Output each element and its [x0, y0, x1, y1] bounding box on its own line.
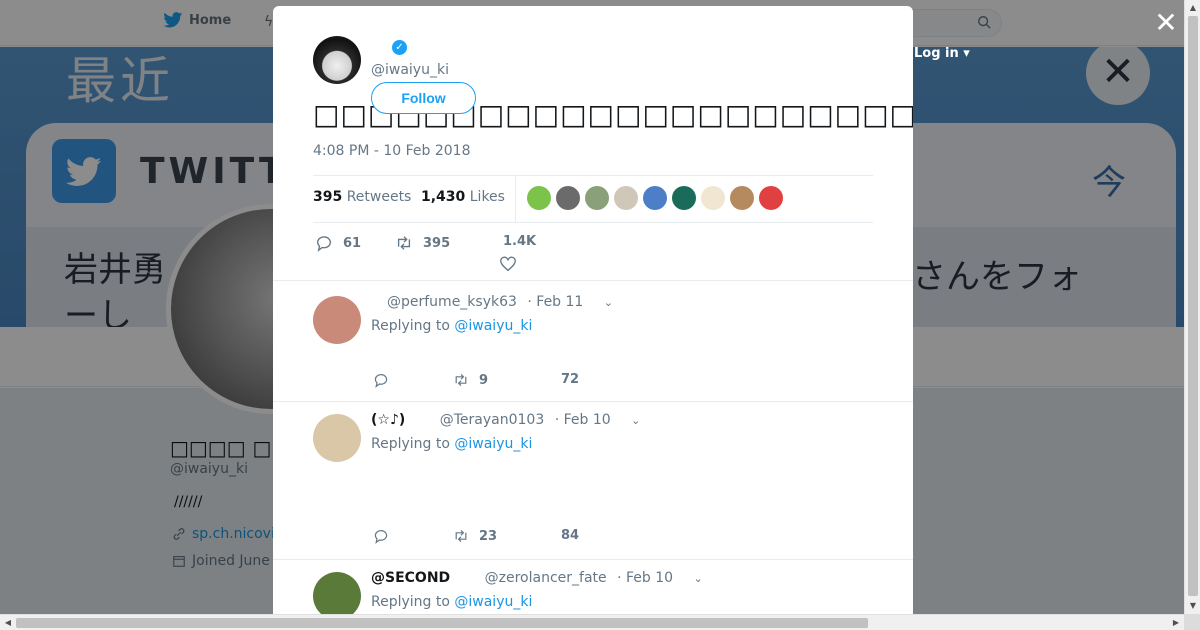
retweet-icon — [455, 373, 467, 387]
reply-actions: 23 84 — [371, 528, 791, 548]
scroll-left-arrow-icon[interactable]: ◀ — [0, 615, 16, 630]
scrollbar-corner — [1184, 614, 1200, 630]
liker-avatar[interactable] — [759, 186, 783, 210]
reply-icon — [374, 530, 388, 544]
liker-avatar[interactable] — [614, 186, 638, 210]
vertical-scrollbar[interactable]: ▲ ▼ — [1184, 0, 1200, 614]
horizontal-scroll-thumb[interactable] — [16, 618, 868, 628]
replying-to-link[interactable]: @iwaiyu_ki — [454, 594, 532, 610]
liker-avatar[interactable] — [643, 186, 667, 210]
author-handle[interactable]: @iwaiyu_ki — [371, 62, 449, 78]
retweets-label: Retweets — [346, 189, 412, 205]
liker-avatar[interactable] — [585, 186, 609, 210]
scroll-right-arrow-icon[interactable]: ▶ — [1168, 615, 1184, 630]
replying-to-link[interactable]: @iwaiyu_ki — [454, 318, 532, 334]
reply-count: 61 — [343, 235, 362, 251]
like-action[interactable]: 84 — [561, 528, 579, 543]
liker-avatars — [527, 186, 783, 210]
scroll-down-arrow-icon[interactable]: ▼ — [1185, 598, 1200, 614]
scroll-up-arrow-icon[interactable]: ▲ — [1185, 0, 1200, 16]
reply-replying-to: Replying to @iwaiyu_ki — [371, 594, 532, 610]
reply-avatar[interactable] — [313, 414, 361, 462]
tweet-modal: ✓ @iwaiyu_ki □□□□□□□□□□□□□□□□□□□□□□□□□□□… — [273, 6, 913, 614]
reply-replying-to: Replying to @iwaiyu_ki — [371, 318, 532, 334]
reply-date[interactable]: · Feb 11 — [527, 294, 583, 310]
retweets-stat[interactable]: 395 Retweets — [313, 189, 411, 205]
reply-avatar[interactable] — [313, 296, 361, 344]
like-count: 1.4K — [503, 234, 537, 249]
reply-action[interactable] — [373, 372, 389, 388]
reply-header: @SECOND @zerolancer_fate · Feb 10 ⌄ — [371, 570, 703, 586]
heart-icon — [500, 256, 516, 272]
verified-badge-icon: ✓ — [392, 40, 407, 55]
reply-icon — [317, 236, 331, 252]
retweet-action[interactable]: 23 — [453, 528, 497, 544]
reply-author-name[interactable]: (☆♪) — [371, 412, 405, 428]
vertical-scroll-thumb[interactable] — [1188, 16, 1198, 596]
chevron-down-icon[interactable]: ⌄ — [631, 414, 640, 427]
reply-author-handle[interactable]: @perfume_ksyk63 — [387, 294, 517, 310]
reply-avatar[interactable] — [313, 572, 361, 614]
reply-icon — [374, 374, 388, 388]
liker-avatar[interactable] — [672, 186, 696, 210]
author-avatar[interactable] — [313, 36, 361, 84]
reply-date[interactable]: · Feb 10 — [617, 570, 673, 586]
liker-avatar[interactable] — [527, 186, 551, 210]
retweet-action[interactable]: 9 — [453, 372, 488, 388]
login-link[interactable]: Log in ▾ — [914, 46, 970, 61]
reply-date[interactable]: · Feb 10 — [555, 412, 611, 428]
chevron-down-icon[interactable]: ⌄ — [693, 572, 702, 585]
chevron-down-icon[interactable]: ⌄ — [604, 296, 613, 309]
retweet-count: 395 — [423, 235, 451, 251]
likes-stat[interactable]: 1,430 Likes — [421, 189, 505, 205]
like-action[interactable]: 1.4K — [500, 234, 537, 273]
close-modal-button[interactable]: ✕ — [1152, 9, 1180, 38]
like-action[interactable]: 72 — [561, 372, 579, 387]
tweet-stats: 395 Retweets 1,430 Likes — [313, 175, 873, 223]
liker-avatar[interactable] — [701, 186, 725, 210]
reply-action[interactable] — [373, 528, 389, 544]
replying-prefix: Replying to — [371, 436, 450, 452]
tweet-divider — [273, 280, 913, 281]
reply-action[interactable]: 61 — [315, 234, 361, 252]
like-count: 72 — [561, 372, 580, 387]
retweet-icon — [397, 236, 411, 250]
horizontal-scrollbar[interactable]: ◀ ▶ — [0, 614, 1184, 630]
stats-divider — [515, 176, 516, 222]
login-label: Log in — [914, 46, 959, 61]
reply-actions: 9 72 — [371, 372, 791, 392]
reply-author-handle[interactable]: @zerolancer_fate — [485, 570, 607, 586]
reply-replying-to: Replying to @iwaiyu_ki — [371, 436, 532, 452]
page: Home ϟ 最近 ✕ TWITTE 今 岩井勇 ーし さんをフォ □□□□ □… — [0, 0, 1200, 630]
liker-avatar[interactable] — [556, 186, 580, 210]
like-count: 84 — [561, 528, 580, 543]
retweet-action[interactable]: 395 — [395, 234, 450, 252]
reply-tweet[interactable]: @perfume_ksyk63 · Feb 11 ⌄ Replying to @… — [273, 284, 913, 402]
reply-header: (☆♪) @Terayan0103 · Feb 10 ⌄ — [371, 412, 640, 428]
replying-to-link[interactable]: @iwaiyu_ki — [454, 436, 532, 452]
reply-tweet[interactable]: @SECOND @zerolancer_fate · Feb 10 ⌄ Repl… — [273, 560, 913, 614]
liker-avatar[interactable] — [730, 186, 754, 210]
retweet-icon — [455, 529, 467, 543]
likes-count: 1,430 — [421, 189, 466, 205]
replying-prefix: Replying to — [371, 318, 450, 334]
retweets-count: 395 — [313, 189, 343, 205]
follow-button[interactable]: Follow — [371, 82, 476, 114]
retweet-count: 9 — [479, 372, 489, 388]
reply-header: @perfume_ksyk63 · Feb 11 ⌄ — [371, 294, 613, 310]
tweet-actions: 61 395 1.4K — [313, 234, 873, 280]
likes-label: Likes — [469, 189, 505, 205]
reply-author-handle[interactable]: @Terayan0103 — [440, 412, 545, 428]
replying-prefix: Replying to — [371, 594, 450, 610]
tweet-timestamp[interactable]: 4:08 PM - 10 Feb 2018 — [313, 143, 471, 159]
retweet-count: 23 — [479, 528, 498, 544]
reply-tweet[interactable]: (☆♪) @Terayan0103 · Feb 10 ⌄ Replying to… — [273, 402, 913, 560]
reply-author-name[interactable]: @SECOND — [371, 570, 450, 586]
